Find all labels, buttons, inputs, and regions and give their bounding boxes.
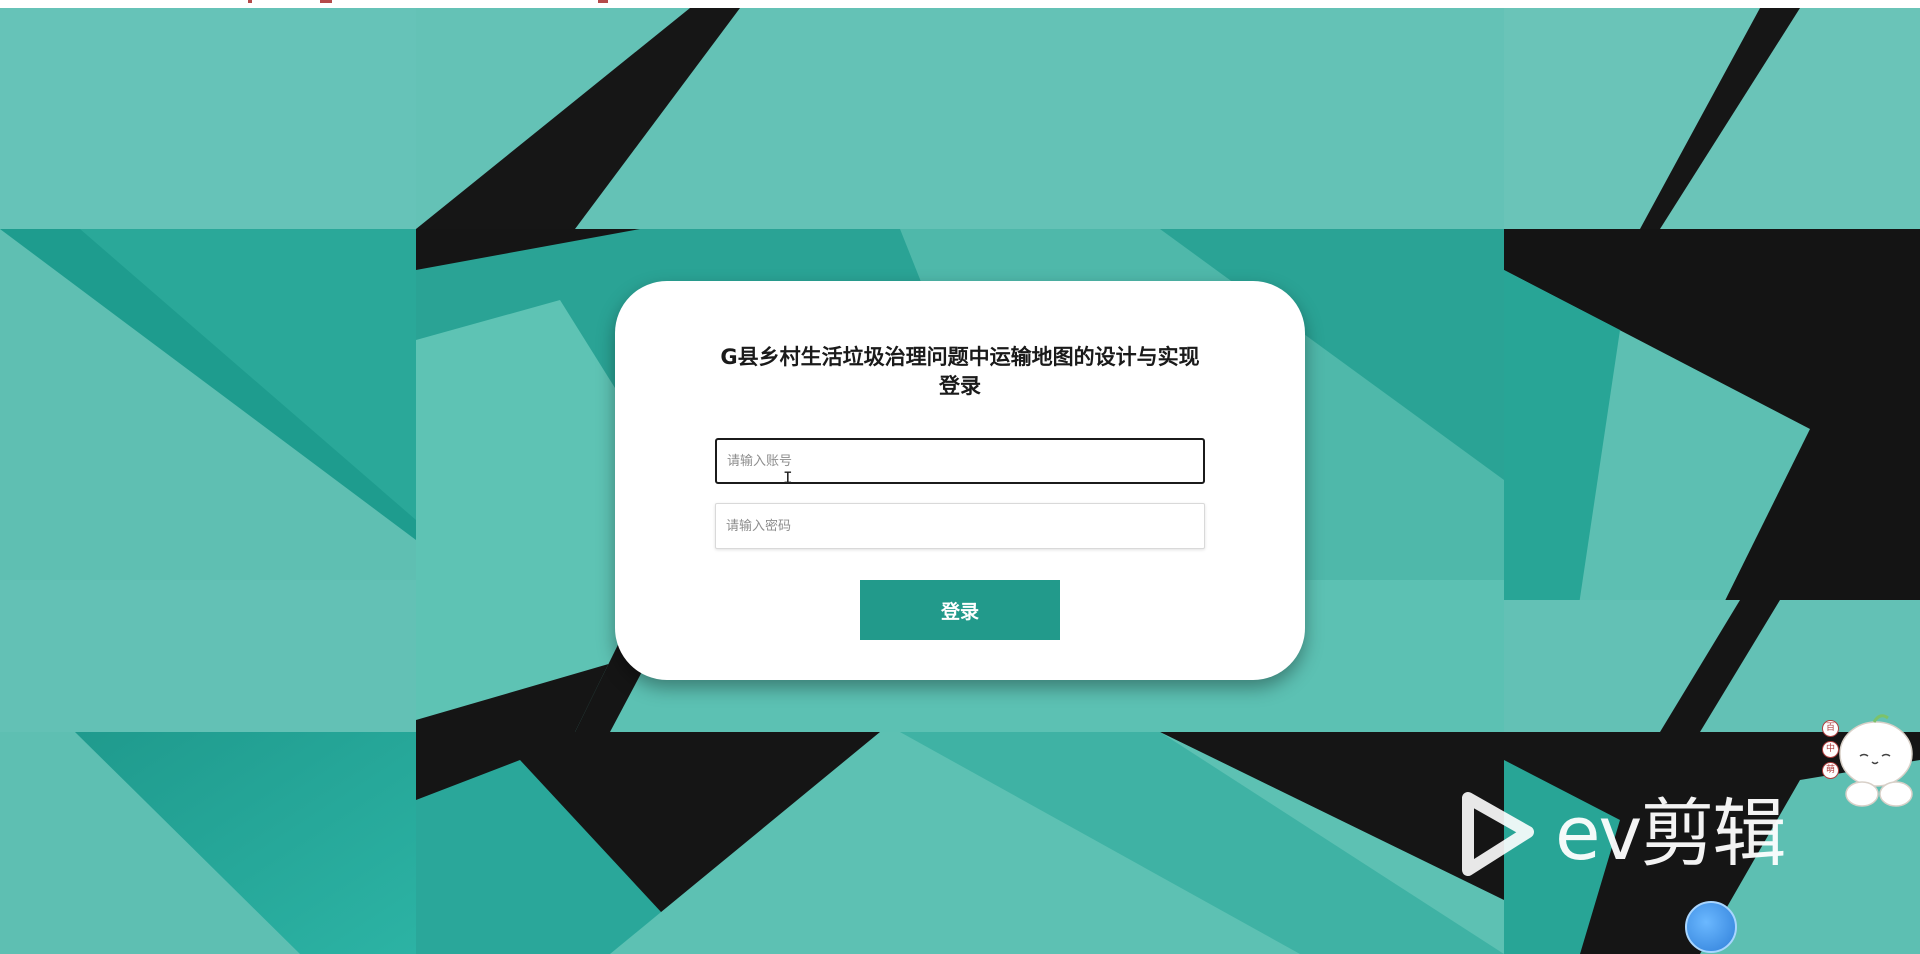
side-badge[interactable]: 百	[1822, 720, 1839, 737]
browser-top-strip	[0, 0, 1920, 8]
login-page: G县乡村生活垃圾治理问题中运输地图的设计与实现登录 I 登录 ev剪辑 百 中 …	[0, 0, 1920, 954]
password-input[interactable]	[715, 503, 1205, 549]
login-button[interactable]: 登录	[860, 580, 1060, 640]
floating-ball-icon[interactable]	[1685, 901, 1737, 953]
login-title: G县乡村生活垃圾治理问题中运输地图的设计与实现登录	[720, 345, 1200, 398]
side-badge[interactable]: 萌	[1822, 762, 1839, 779]
watermark-text: ev剪辑	[1555, 791, 1786, 877]
top-strip-mark	[320, 0, 332, 3]
account-input[interactable]	[715, 438, 1205, 484]
ev-play-logo-icon	[1462, 792, 1534, 876]
login-card: G县乡村生活垃圾治理问题中运输地图的设计与实现登录 I 登录	[615, 281, 1305, 680]
top-strip-mark	[248, 0, 252, 3]
side-badge[interactable]: 中	[1822, 741, 1839, 758]
video-editor-watermark: ev剪辑	[1450, 790, 1830, 880]
side-badges: 百 中 萌	[1822, 720, 1840, 783]
top-strip-mark	[598, 0, 608, 3]
